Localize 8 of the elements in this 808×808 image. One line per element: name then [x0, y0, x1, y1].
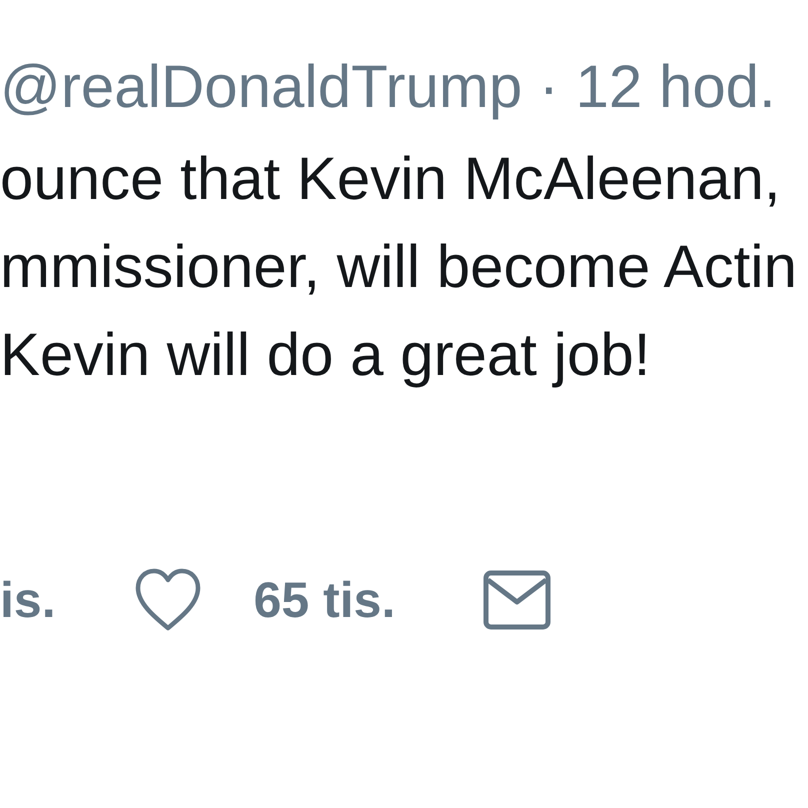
heart-icon: [134, 568, 202, 632]
action-count: is.: [0, 571, 56, 630]
tweet-text-line: mmissioner, will become Actin: [0, 232, 797, 302]
tweet-byline: @realDonaldTrump · 12 hod.: [0, 52, 776, 122]
tweet-text-line: Kevin will do a great job!: [0, 320, 650, 390]
mail-icon[interactable]: [483, 570, 552, 630]
like-button[interactable]: 65 tis.: [134, 568, 396, 632]
tweet-text-line: ounce that Kevin McAleenan,: [0, 144, 780, 214]
